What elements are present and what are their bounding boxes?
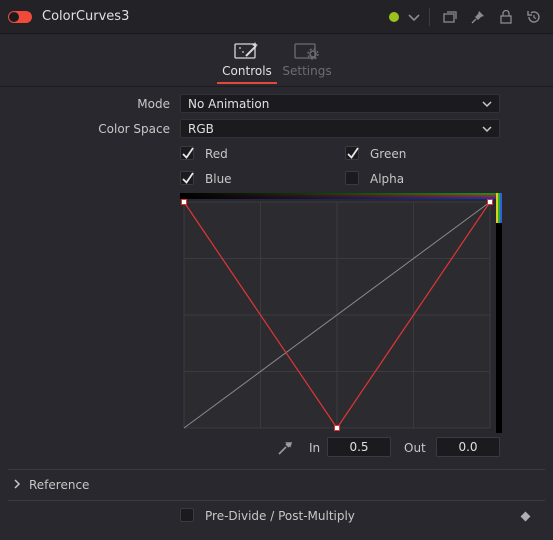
color-space-label: Color Space: [98, 122, 170, 136]
red-label: Red: [205, 147, 228, 161]
reset-icon[interactable]: [525, 8, 543, 26]
controls-wand-icon: [234, 41, 260, 61]
green-label: Green: [370, 147, 407, 161]
out-field[interactable]: 0.0: [436, 437, 500, 457]
curve-control-point[interactable]: [181, 199, 187, 205]
tab-settings-label: Settings: [282, 64, 332, 78]
node-header: ColorCurves3: [0, 0, 553, 34]
in-field[interactable]: 0.5: [327, 437, 391, 457]
toggle-knob: [9, 12, 19, 22]
active-tab-indicator: [217, 82, 277, 84]
keyframe-diamond-icon[interactable]: [520, 511, 531, 522]
copy-icon[interactable]: [441, 8, 459, 26]
green-checkbox[interactable]: [345, 146, 359, 160]
tab-controls-label: Controls: [222, 64, 272, 78]
color-space-value: RGB: [188, 122, 214, 136]
out-label: Out: [404, 441, 426, 455]
in-label: In: [309, 441, 321, 455]
curve-control-point[interactable]: [334, 425, 340, 431]
curve-editor[interactable]: [180, 193, 502, 435]
status-dot[interactable]: [389, 12, 399, 22]
mode-value: No Animation: [188, 97, 270, 111]
header-divider: [429, 8, 430, 26]
chevron-down-icon[interactable]: [405, 8, 423, 26]
blue-label: Blue: [205, 172, 232, 186]
section-divider: [8, 469, 545, 470]
blue-checkbox[interactable]: [180, 171, 194, 185]
chevron-down-icon: [481, 98, 493, 110]
chevron-down-icon: [481, 123, 493, 135]
alpha-checkbox[interactable]: [345, 171, 359, 185]
red-checkbox[interactable]: [180, 146, 194, 160]
chevron-right-icon[interactable]: [12, 478, 22, 490]
color-space-dropdown[interactable]: RGB: [180, 119, 500, 138]
curve-control-point[interactable]: [487, 199, 493, 205]
power-toggle-icon[interactable]: [8, 11, 32, 23]
predivide-checkbox[interactable]: [180, 508, 194, 522]
eyedropper-icon[interactable]: [277, 440, 293, 456]
mode-dropdown[interactable]: No Animation: [180, 94, 500, 113]
predivide-label: Pre-Divide / Post-Multiply: [205, 509, 355, 523]
tab-controls[interactable]: Controls: [217, 35, 277, 87]
node-title: ColorCurves3: [42, 9, 130, 24]
tab-settings[interactable]: Settings: [280, 35, 334, 87]
mode-label: Mode: [137, 97, 170, 111]
lock-icon[interactable]: [497, 8, 515, 26]
right-gradient-bar: [496, 193, 502, 433]
alpha-label: Alpha: [370, 172, 405, 186]
top-gradient-bar: [180, 193, 496, 199]
curve-canvas[interactable]: [180, 193, 502, 435]
tab-bar: Controls Settings: [0, 35, 553, 87]
settings-gear-icon: [294, 41, 320, 61]
reference-section-label[interactable]: Reference: [29, 478, 89, 492]
pin-icon[interactable]: [469, 8, 487, 26]
section-divider: [8, 500, 545, 501]
